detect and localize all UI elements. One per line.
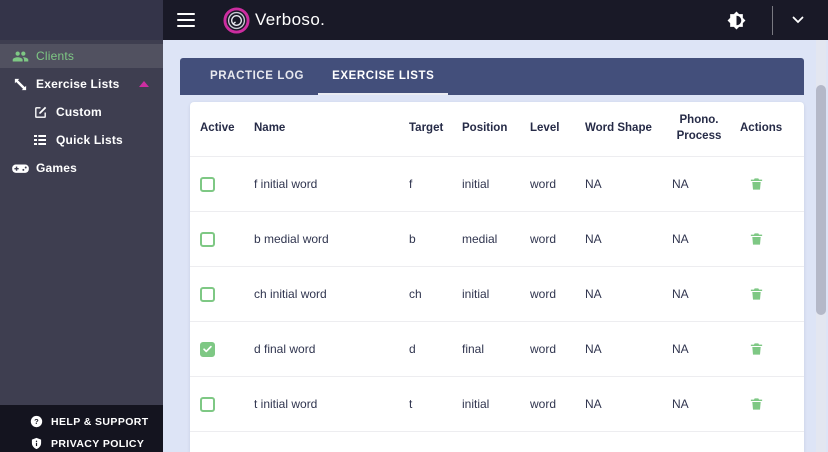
sidebar-item-label: Quick Lists <box>56 133 123 147</box>
active-checkbox[interactable] <box>200 176 215 192</box>
tab-exercise-lists[interactable]: EXERCISE LISTS <box>318 58 449 95</box>
cell-level: word <box>530 397 557 411</box>
cell-word-shape: NA <box>585 287 602 301</box>
delete-row-button[interactable] <box>749 341 764 357</box>
sidebar-item-label: Custom <box>56 105 102 119</box>
edit-note-icon <box>30 103 50 121</box>
cell-word-shape: NA <box>585 342 602 356</box>
table-row: d final word d final word NA NA <box>190 322 804 377</box>
app-window: Verboso. Clients Exercise Lists Custom Quic… <box>0 0 828 452</box>
sidebar: Clients Exercise Lists Custom Quick Lists Ga… <box>0 40 163 452</box>
cell-name: f initial word <box>254 177 318 191</box>
cell-level: word <box>530 287 557 301</box>
sidebar-item-label: Clients <box>36 49 75 63</box>
cell-phono-process: NA <box>672 342 689 356</box>
column-header-target: Target <box>409 122 444 135</box>
cell-position: final <box>462 342 485 356</box>
table-row: ch initial word ch initial word NA NA <box>190 267 804 322</box>
top-navbar: Verboso. <box>0 0 828 40</box>
help-circle-icon: ? <box>30 415 44 429</box>
cell-phono-process: NA <box>672 287 689 301</box>
verboso-logo-icon <box>223 6 250 34</box>
cell-phono-process: NA <box>672 177 689 191</box>
sidebar-footer: ? HELP & SUPPORT PRIVACY POLICY <box>0 405 163 452</box>
column-header-word-shape: Word Shape <box>585 122 652 135</box>
table-row: b medial word b medial word NA NA <box>190 212 804 267</box>
cell-target: b <box>409 232 416 246</box>
active-checkbox[interactable] <box>200 341 215 357</box>
footer-link-privacy-policy[interactable]: PRIVACY POLICY <box>30 434 163 452</box>
column-header-position: Position <box>462 122 508 135</box>
tab-practice-log[interactable]: PRACTICE LOG <box>196 58 318 95</box>
brand-name: Verboso. <box>255 10 326 29</box>
delete-row-button[interactable] <box>749 176 764 192</box>
delete-row-button[interactable] <box>749 286 764 302</box>
column-header-active: Active <box>200 122 235 135</box>
table-row: t initial word t initial word NA NA <box>190 377 804 432</box>
brand-logo[interactable]: Verboso. <box>223 6 326 34</box>
navbar-divider <box>772 5 773 35</box>
cell-target: t <box>409 397 413 411</box>
table-header-row: Active Name Target Position Level Word Shape P… <box>190 102 804 157</box>
cell-target: f <box>409 177 413 191</box>
people-icon <box>10 47 30 65</box>
shield-icon <box>30 437 44 451</box>
sidebar-item-quick-lists[interactable]: Quick Lists <box>0 128 163 152</box>
cell-level: word <box>530 232 557 246</box>
user-menu-chevron-icon[interactable] <box>790 14 806 26</box>
column-header-level: Level <box>530 122 560 135</box>
cell-position: initial <box>462 397 490 411</box>
cell-phono-process: NA <box>672 232 689 246</box>
navbar-sidebar-corner <box>0 0 163 40</box>
footer-link-label: PRIVACY POLICY <box>51 437 145 450</box>
cell-level: word <box>530 342 557 356</box>
delete-row-button[interactable] <box>749 231 764 247</box>
sidebar-item-exercise-lists[interactable]: Exercise Lists <box>0 72 163 96</box>
cell-name: d final word <box>254 342 316 356</box>
cell-name: ch initial word <box>254 287 327 301</box>
cell-name: t initial word <box>254 397 318 411</box>
cell-word-shape: NA <box>585 177 602 191</box>
svg-text:?: ? <box>34 417 39 426</box>
active-checkbox[interactable] <box>200 396 215 412</box>
cell-target: d <box>409 342 416 356</box>
cell-word-shape: NA <box>585 232 602 246</box>
collapse-caret-icon[interactable] <box>139 81 149 87</box>
sidebar-item-games[interactable]: Games <box>0 156 163 180</box>
cell-position: medial <box>462 232 498 246</box>
list-icon <box>30 131 50 149</box>
footer-link-label: HELP & SUPPORT <box>51 415 149 428</box>
column-header-name: Name <box>254 122 286 135</box>
column-header-phono-process: Phono. Process <box>676 114 722 142</box>
sidebar-item-clients[interactable]: Clients <box>0 44 163 68</box>
scrollbar-thumb[interactable] <box>816 85 826 315</box>
gamepad-icon <box>10 159 30 177</box>
cell-position: initial <box>462 287 490 301</box>
cell-level: word <box>530 177 557 191</box>
sidebar-item-label: Games <box>36 161 78 175</box>
dark-mode-toggle-icon[interactable] <box>727 11 746 30</box>
active-checkbox[interactable] <box>200 231 215 247</box>
tab-bar: PRACTICE LOG EXERCISE LISTS <box>180 58 804 95</box>
cell-name: b medial word <box>254 232 329 246</box>
cell-word-shape: NA <box>585 397 602 411</box>
column-header-actions: Actions <box>740 122 783 135</box>
cell-target: ch <box>409 287 422 301</box>
delete-row-button[interactable] <box>749 396 764 412</box>
footer-link-help-support[interactable]: ? HELP & SUPPORT <box>30 412 163 431</box>
cell-phono-process: NA <box>672 397 689 411</box>
sidebar-item-label: Exercise Lists <box>36 77 120 91</box>
exercise-lists-card: Active Name Target Position Level Word Shape P… <box>190 102 804 452</box>
cell-position: initial <box>462 177 490 191</box>
active-checkbox[interactable] <box>200 286 215 302</box>
arrows-expand-icon <box>10 75 30 93</box>
hamburger-menu-icon[interactable] <box>177 13 195 27</box>
main-content: PRACTICE LOG EXERCISE LISTS Active Name Tar… <box>163 40 828 452</box>
table-row: f initial word f initial word NA NA <box>190 157 804 212</box>
sidebar-item-custom[interactable]: Custom <box>0 100 163 124</box>
